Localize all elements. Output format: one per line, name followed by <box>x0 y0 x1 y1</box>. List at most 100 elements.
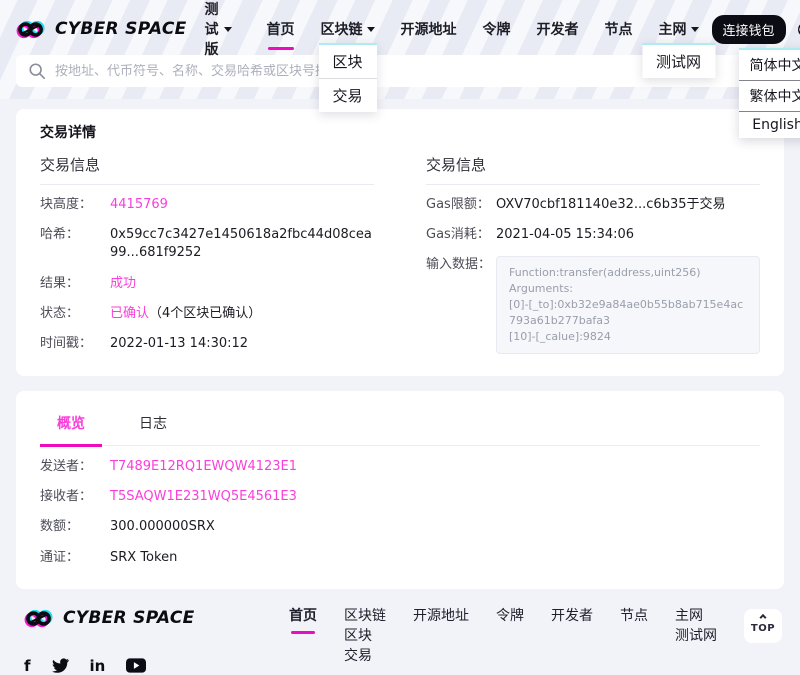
version-selector[interactable]: 测试版 <box>205 0 232 59</box>
sender-address-link[interactable]: T7489E12RQ1EWQW4123E1 <box>110 458 297 476</box>
footer-link-token[interactable]: 令牌 <box>496 607 524 626</box>
back-to-top-button[interactable]: TOP <box>744 609 782 643</box>
footer-link-node[interactable]: 节点 <box>620 607 648 626</box>
result-badge: 成功 <box>110 275 136 293</box>
row-block-height: 块高度： 4415769 <box>40 190 374 220</box>
globe-icon <box>797 21 800 38</box>
footer-col-open-source: 开源地址 <box>413 607 469 626</box>
tx-info-left: 交易信息 块高度： 4415769 哈希： 0x59cc7c3427e14506… <box>40 154 374 360</box>
main-menu: 首页 区块链 区块 交易 开源地址 令牌 开发者 <box>254 12 712 46</box>
row-label: 接收者： <box>40 488 110 506</box>
lang-item-en[interactable]: English <box>739 112 800 138</box>
infinity-glitch-icon <box>16 18 48 41</box>
dropdown-item-testnet[interactable]: 测试网 <box>642 45 715 78</box>
row-gas-used: Gas消耗： 2021-04-05 15:34:06 <box>426 220 760 250</box>
twitter-icon[interactable] <box>52 658 69 673</box>
chevron-down-icon <box>224 27 232 32</box>
tx-columns: 交易信息 块高度： 4415769 哈希： 0x59cc7c3427e14506… <box>40 154 760 360</box>
brand-name: CYBER SPACE <box>55 19 187 39</box>
receiver-address-link[interactable]: T5SAQW1E231WQ5E4561E3 <box>110 488 297 506</box>
row-label: 数额： <box>40 518 110 536</box>
row-status: 状态： 已确认（4个区块已确认） <box>40 299 374 329</box>
language-switcher[interactable]: 简体中文 繁体中文 English <box>797 21 800 38</box>
mainnet-dropdown: 测试网 <box>642 43 715 78</box>
footer-col-node: 节点 <box>620 607 648 626</box>
nav-item-token[interactable]: 令牌 <box>470 12 524 46</box>
block-height-link[interactable]: 4415769 <box>110 196 168 214</box>
linkedin-icon[interactable]: in <box>90 657 106 675</box>
dropdown-item-tx[interactable]: 交易 <box>319 79 377 112</box>
blockchain-dropdown: 区块 交易 <box>319 43 377 112</box>
language-dropdown: 简体中文 繁体中文 English <box>739 48 800 138</box>
main-content: 交易详情 交易信息 块高度： 4415769 哈希： 0x59cc7c3427e… <box>0 99 800 589</box>
nav-right: 连接钱包 简体中文 <box>712 15 800 44</box>
gas-used-value: 2021-04-05 15:34:06 <box>496 226 634 244</box>
caret-up-icon <box>759 614 766 621</box>
footer-link-blockchain[interactable]: 区块链 <box>344 607 386 626</box>
nav-developer-label: 开发者 <box>537 19 579 39</box>
row-receiver: 接收者： T5SAQW1E231WQ5E4561E3 <box>40 482 760 512</box>
lang-item-zh-tw[interactable]: 繁体中文 <box>739 81 800 112</box>
transaction-detail-card: 交易详情 交易信息 块高度： 4415769 哈希： 0x59cc7c3427e… <box>16 109 784 376</box>
row-label: 哈希： <box>40 226 110 244</box>
footer-left: CYBER SPACE f in <box>24 607 195 675</box>
header: CYBER SPACE 测试版 首页 区块链 区块 交易 <box>0 0 800 99</box>
tab-overview[interactable]: 概览 <box>40 404 102 445</box>
nav-item-blockchain[interactable]: 区块链 区块 交易 <box>308 12 388 46</box>
timestamp-value: 2022-01-13 14:30:12 <box>110 335 248 353</box>
input-data-line: Arguments: <box>509 281 747 297</box>
version-label: 测试版 <box>205 0 219 59</box>
footer-link-testnet[interactable]: 测试网 <box>675 627 717 646</box>
top-navbar: CYBER SPACE 测试版 首页 区块链 区块 交易 <box>16 10 784 48</box>
input-data-box: Function:transfer(address,uint256) Argum… <box>496 256 760 354</box>
footer-link-open-source[interactable]: 开源地址 <box>413 607 469 626</box>
footer-link-block[interactable]: 区块 <box>344 627 386 646</box>
youtube-icon[interactable] <box>126 658 146 673</box>
nav-item-home[interactable]: 首页 <box>254 12 308 46</box>
row-label: 通证： <box>40 549 110 567</box>
footer-link-mainnet[interactable]: 主网 <box>675 607 717 626</box>
tx-info-right: 交易信息 Gas限额： OXV70cbf181140e32...c6b35于交易… <box>426 154 760 360</box>
amount-value: 300.000000SRX <box>110 518 215 536</box>
status-note: （4个区块已确认） <box>149 306 261 321</box>
section-title: 交易信息 <box>40 154 374 185</box>
footer-col-home: 首页 <box>289 607 317 634</box>
tab-logs[interactable]: 日志 <box>122 404 184 445</box>
facebook-icon[interactable]: f <box>24 657 31 675</box>
input-data-line: [10]-[_calue]:9824 <box>509 329 747 345</box>
top-label: TOP <box>751 623 775 634</box>
row-label: 时间戳： <box>40 335 110 353</box>
lang-item-zh-cn[interactable]: 简体中文 <box>739 50 800 81</box>
row-input-data: 输入数据： Function:transfer(address,uint256)… <box>426 250 760 360</box>
row-result: 结果： 成功 <box>40 269 374 299</box>
row-label: 发送者： <box>40 458 110 476</box>
footer-brand-logo[interactable]: CYBER SPACE <box>24 607 195 630</box>
brand-logo[interactable]: CYBER SPACE <box>16 18 187 41</box>
row-label: 结果： <box>40 275 110 293</box>
input-data-line: [0]-[_to]:0xb32e9a84ae0b55b8ab715e4ac793… <box>509 297 747 329</box>
footer-col-blockchain: 区块链 区块 交易 <box>344 607 386 666</box>
row-timestamp: 时间戳： 2022-01-13 14:30:12 <box>40 329 374 359</box>
infinity-glitch-icon <box>24 607 56 630</box>
footer-brand-name: CYBER SPACE <box>63 608 195 628</box>
overview-card: 概览 日志 发送者： T7489E12RQ1EWQW4123E1 接收者： T5… <box>16 391 784 589</box>
nav-node-label: 节点 <box>605 19 633 39</box>
nav-token-label: 令牌 <box>483 19 511 39</box>
nav-mainnet-label: 主网 <box>659 19 687 39</box>
nav-item-mainnet[interactable]: 主网 测试网 <box>646 12 712 46</box>
connect-wallet-button[interactable]: 连接钱包 <box>712 15 786 44</box>
nav-home-label: 首页 <box>267 19 295 39</box>
nav-item-open-source[interactable]: 开源地址 <box>388 12 470 46</box>
footer-col-developer: 开发者 <box>551 607 593 626</box>
row-sender: 发送者： T7489E12RQ1EWQW4123E1 <box>40 452 760 482</box>
dropdown-item-block[interactable]: 区块 <box>319 45 377 79</box>
footer-nav: 首页 区块链 区块 交易 开源地址 令牌 开发者 节点 主网 测试网 <box>289 607 782 666</box>
nav-item-developer[interactable]: 开发者 <box>524 12 592 46</box>
footer-link-home[interactable]: 首页 <box>289 607 317 634</box>
footer-link-tx[interactable]: 交易 <box>344 647 386 666</box>
social-links: f in <box>24 657 195 675</box>
input-data-line: Function:transfer(address,uint256) <box>509 265 747 281</box>
nav-item-node[interactable]: 节点 <box>592 12 646 46</box>
footer-link-developer[interactable]: 开发者 <box>551 607 593 626</box>
chevron-down-icon <box>691 27 699 32</box>
